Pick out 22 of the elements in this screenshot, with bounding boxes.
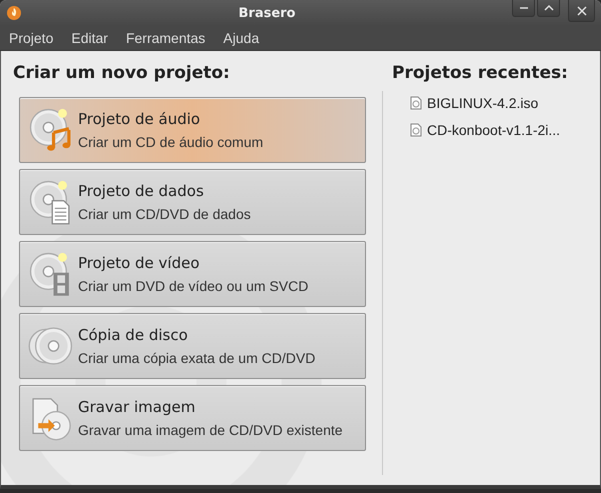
disc-file-icon [410,123,422,137]
section-heading: Projetos recentes: [392,63,569,83]
close-button[interactable] [568,0,595,22]
menu-item[interactable]: Editar [71,30,108,46]
recent-project-link[interactable]: BIGLINUX-4.2.iso [427,95,538,111]
minimize-button[interactable] [512,0,535,17]
maximize-icon [544,3,554,13]
flame-icon [6,5,22,21]
menu-item[interactable]: Ferramentas [126,30,206,46]
menu-item[interactable]: Ajuda [223,30,260,46]
maximize-button[interactable] [537,0,560,17]
recent-project-link[interactable]: CD-konboot-v1.1-2i... [427,122,560,138]
project-button[interactable]: Projeto de vídeo Criar um DVD de vídeo ou um SVCD [19,241,366,307]
section-heading: Criar um novo projeto: [13,63,231,83]
menu-item[interactable]: Projeto [9,30,54,46]
project-button[interactable]: Cópia de disco Criar uma cópia exata de um CD/DVD [19,313,366,379]
close-icon [576,6,586,16]
window-title: Brasero [238,6,296,20]
project-button[interactable]: Gravar imagem Gravar uma imagem de CD/DVD existente [19,385,366,451]
project-button[interactable]: Projeto de dados Criar um CD/DVD de dados [19,169,366,235]
disc-file-icon [410,96,422,110]
project-button[interactable]: Projeto de áudio Criar um CD de áudio comum [19,97,366,163]
